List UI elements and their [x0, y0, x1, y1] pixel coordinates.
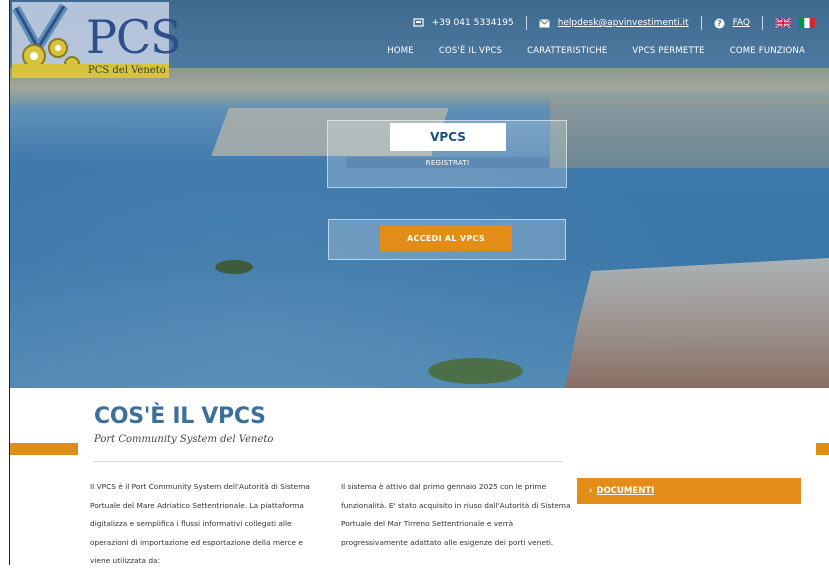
nav-caratteristiche[interactable]: CARATTERISTICHE — [527, 46, 607, 56]
section-subtitle: Port Community System del Veneto — [94, 434, 274, 445]
hero-island — [215, 260, 253, 274]
chevron-right-icon: › — [589, 486, 593, 496]
mail-icon — [538, 18, 550, 27]
nav-home[interactable]: HOME — [387, 46, 414, 56]
help-icon[interactable]: ? — [714, 18, 725, 29]
faq-link[interactable]: FAQ — [733, 18, 750, 28]
content-card: COS'È IL VPCS Port Community System del … — [78, 388, 816, 565]
hero-island — [428, 358, 523, 384]
helpdesk-email-link[interactable]: helpdesk@apvinvestimenti.it — [558, 18, 689, 28]
uk-flag-icon[interactable] — [775, 18, 791, 28]
divider — [94, 461, 562, 462]
logo-text: PCS — [86, 10, 182, 64]
phone-number: +39 041 5334195 — [431, 18, 514, 28]
section-title: COS'È IL VPCS — [94, 404, 266, 429]
documents-label: DOCUMENTI — [596, 486, 655, 496]
main-nav: HOME COS'È IL VPCS CARATTERISTICHE VPCS … — [387, 46, 805, 56]
hero-port-area — [565, 258, 829, 388]
page: +39 041 5334195 helpdesk@apvinvestimenti… — [0, 0, 829, 565]
intro-paragraph-1: Il VPCS è il Port Community System dell'… — [90, 482, 310, 565]
documents-button[interactable]: › DOCUMENTI — [577, 478, 801, 504]
separator — [762, 16, 763, 30]
login-button[interactable]: ACCEDI AL VPCS — [380, 225, 512, 251]
nav-cos-e-il-vpcs[interactable]: COS'È IL VPCS — [439, 46, 502, 56]
hero-landmass — [550, 98, 829, 168]
vpcs-register-box: VPCS REGISTRATI — [327, 120, 567, 188]
svg-text:?: ? — [717, 19, 722, 28]
logo-subtitle: PCS del Veneto — [88, 65, 166, 76]
vpcs-box-title: VPCS — [390, 123, 506, 151]
vpcs-login-box: ACCEDI AL VPCS — [328, 219, 566, 260]
separator — [525, 16, 527, 30]
intro-paragraph-2: Il sistema è attivo dal primo gennaio 20… — [341, 482, 571, 547]
nav-come-funziona[interactable]: COME FUNZIONA — [730, 46, 805, 56]
top-contact-bar: +39 041 5334195 helpdesk@apvinvestimenti… — [413, 14, 815, 32]
window-edge — [0, 0, 10, 565]
register-button[interactable]: REGISTRATI — [346, 157, 549, 168]
separator — [700, 16, 702, 30]
italy-flag-icon[interactable] — [799, 18, 815, 28]
phone-icon — [413, 18, 424, 27]
site-logo[interactable]: PCS PCS del Veneto — [12, 2, 182, 78]
nav-vpcs-permette[interactable]: VPCS PERMETTE — [632, 46, 704, 56]
